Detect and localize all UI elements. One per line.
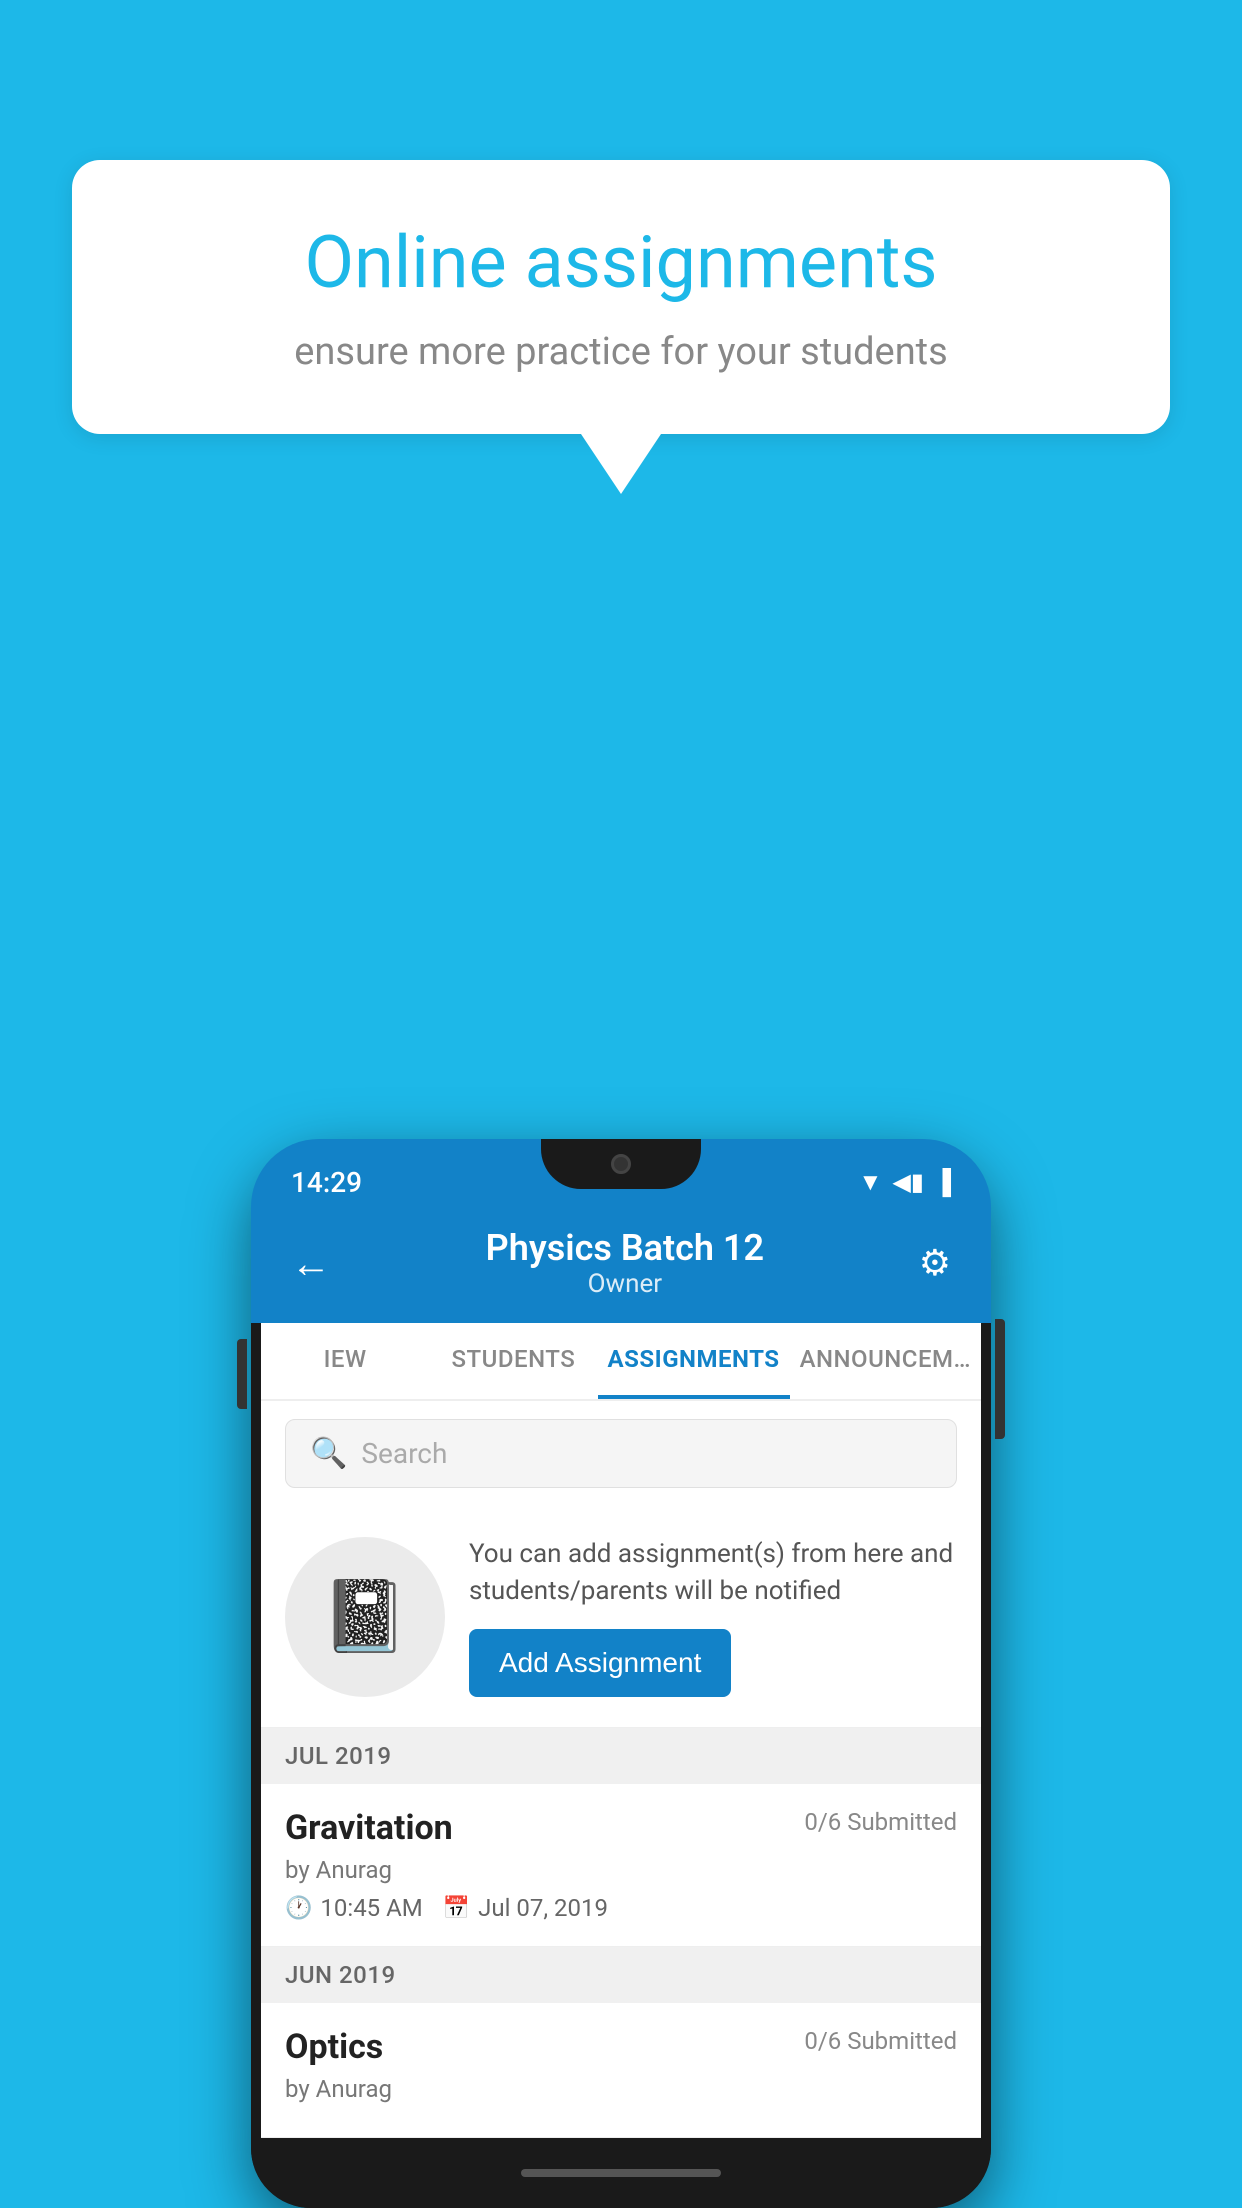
add-assignment-button[interactable]: Add Assignment <box>469 1629 731 1697</box>
search-icon: 🔍 <box>310 1436 347 1471</box>
header-center: Physics Batch 12 Owner <box>331 1227 919 1299</box>
calendar-icon: 📅 <box>443 1896 470 1921</box>
month-header-jun: JUN 2019 <box>261 1947 981 2003</box>
home-indicator[interactable] <box>521 2169 721 2177</box>
assignment-promo-text: You can add assignment(s) from here and … <box>469 1536 957 1609</box>
back-button[interactable]: ← <box>291 1240 331 1287</box>
phone-volume-button <box>237 1339 247 1409</box>
assignment-item-gravitation[interactable]: Gravitation 0/6 Submitted by Anurag 🕐 10… <box>261 1784 981 1947</box>
search-placeholder: Search <box>361 1437 447 1470</box>
add-assignment-section: 📓 You can add assignment(s) from here an… <box>261 1506 981 1728</box>
phone-device: 14:29 ▼ ◀▮ ▐ ← Physics Batch 12 Owner ⚙ <box>251 1139 991 2208</box>
tab-students[interactable]: STUDENTS <box>429 1323 597 1399</box>
assignment-optics-name: Optics <box>285 2027 383 2067</box>
meta-date: 📅 Jul 07, 2019 <box>443 1894 608 1922</box>
assignment-date: Jul 07, 2019 <box>478 1894 608 1922</box>
header-subtitle: Owner <box>331 1269 919 1299</box>
tab-iew[interactable]: IEW <box>261 1323 429 1399</box>
assignment-by: by Anurag <box>285 1856 957 1884</box>
assignment-item-top: Gravitation 0/6 Submitted <box>285 1808 957 1848</box>
search-bar[interactable]: 🔍 Search <box>285 1419 957 1488</box>
status-bar: 14:29 ▼ ◀▮ ▐ <box>251 1139 991 1207</box>
assignment-promo-right: You can add assignment(s) from here and … <box>469 1536 957 1697</box>
wifi-icon: ▼ <box>859 1168 883 1197</box>
assignment-notebook-icon: 📓 <box>321 1576 408 1658</box>
tab-announcements[interactable]: ANNOUNCEM… <box>790 1323 981 1399</box>
phone-bottom-bar <box>251 2138 991 2208</box>
status-icons: ▼ ◀▮ ▐ <box>859 1168 951 1197</box>
speech-bubble-subtitle: ensure more practice for your students <box>152 330 1090 374</box>
month-header-jul: JUL 2019 <box>261 1728 981 1784</box>
signal-icon: ◀▮ <box>892 1168 924 1196</box>
meta-time: 🕐 10:45 AM <box>285 1894 423 1922</box>
status-time: 14:29 <box>291 1166 362 1199</box>
assignment-optics-submitted: 0/6 Submitted <box>804 2027 957 2055</box>
settings-button[interactable]: ⚙ <box>919 1242 951 1284</box>
tab-assignments[interactable]: ASSIGNMENTS <box>598 1323 790 1399</box>
battery-icon: ▐ <box>934 1168 951 1197</box>
assignment-item-optics[interactable]: Optics 0/6 Submitted by Anurag <box>261 2003 981 2138</box>
assignment-icon-circle: 📓 <box>285 1537 445 1697</box>
speech-bubble-container: Online assignments ensure more practice … <box>72 160 1170 494</box>
assignment-meta: 🕐 10:45 AM 📅 Jul 07, 2019 <box>285 1894 957 1922</box>
assignment-name: Gravitation <box>285 1808 453 1848</box>
phone-power-button <box>995 1319 1005 1439</box>
speech-bubble-title: Online assignments <box>152 220 1090 306</box>
search-bar-wrapper: 🔍 Search <box>261 1401 981 1506</box>
speech-bubble-arrow <box>581 434 661 494</box>
clock-icon: 🕐 <box>285 1896 312 1921</box>
assignment-submitted: 0/6 Submitted <box>804 1808 957 1836</box>
front-camera <box>611 1154 631 1174</box>
assignment-time: 10:45 AM <box>320 1894 422 1922</box>
speech-bubble: Online assignments ensure more practice … <box>72 160 1170 434</box>
phone-wrapper: 14:29 ▼ ◀▮ ▐ ← Physics Batch 12 Owner ⚙ <box>251 1139 991 2208</box>
phone-notch <box>541 1139 701 1189</box>
tabs-container: IEW STUDENTS ASSIGNMENTS ANNOUNCEM… <box>261 1323 981 1401</box>
assignment-item-optics-top: Optics 0/6 Submitted <box>285 2027 957 2067</box>
phone-screen: IEW STUDENTS ASSIGNMENTS ANNOUNCEM… 🔍 Se… <box>261 1323 981 2138</box>
header-title: Physics Batch 12 <box>331 1227 919 1269</box>
app-header: ← Physics Batch 12 Owner ⚙ <box>251 1207 991 1323</box>
assignment-optics-by: by Anurag <box>285 2075 957 2103</box>
